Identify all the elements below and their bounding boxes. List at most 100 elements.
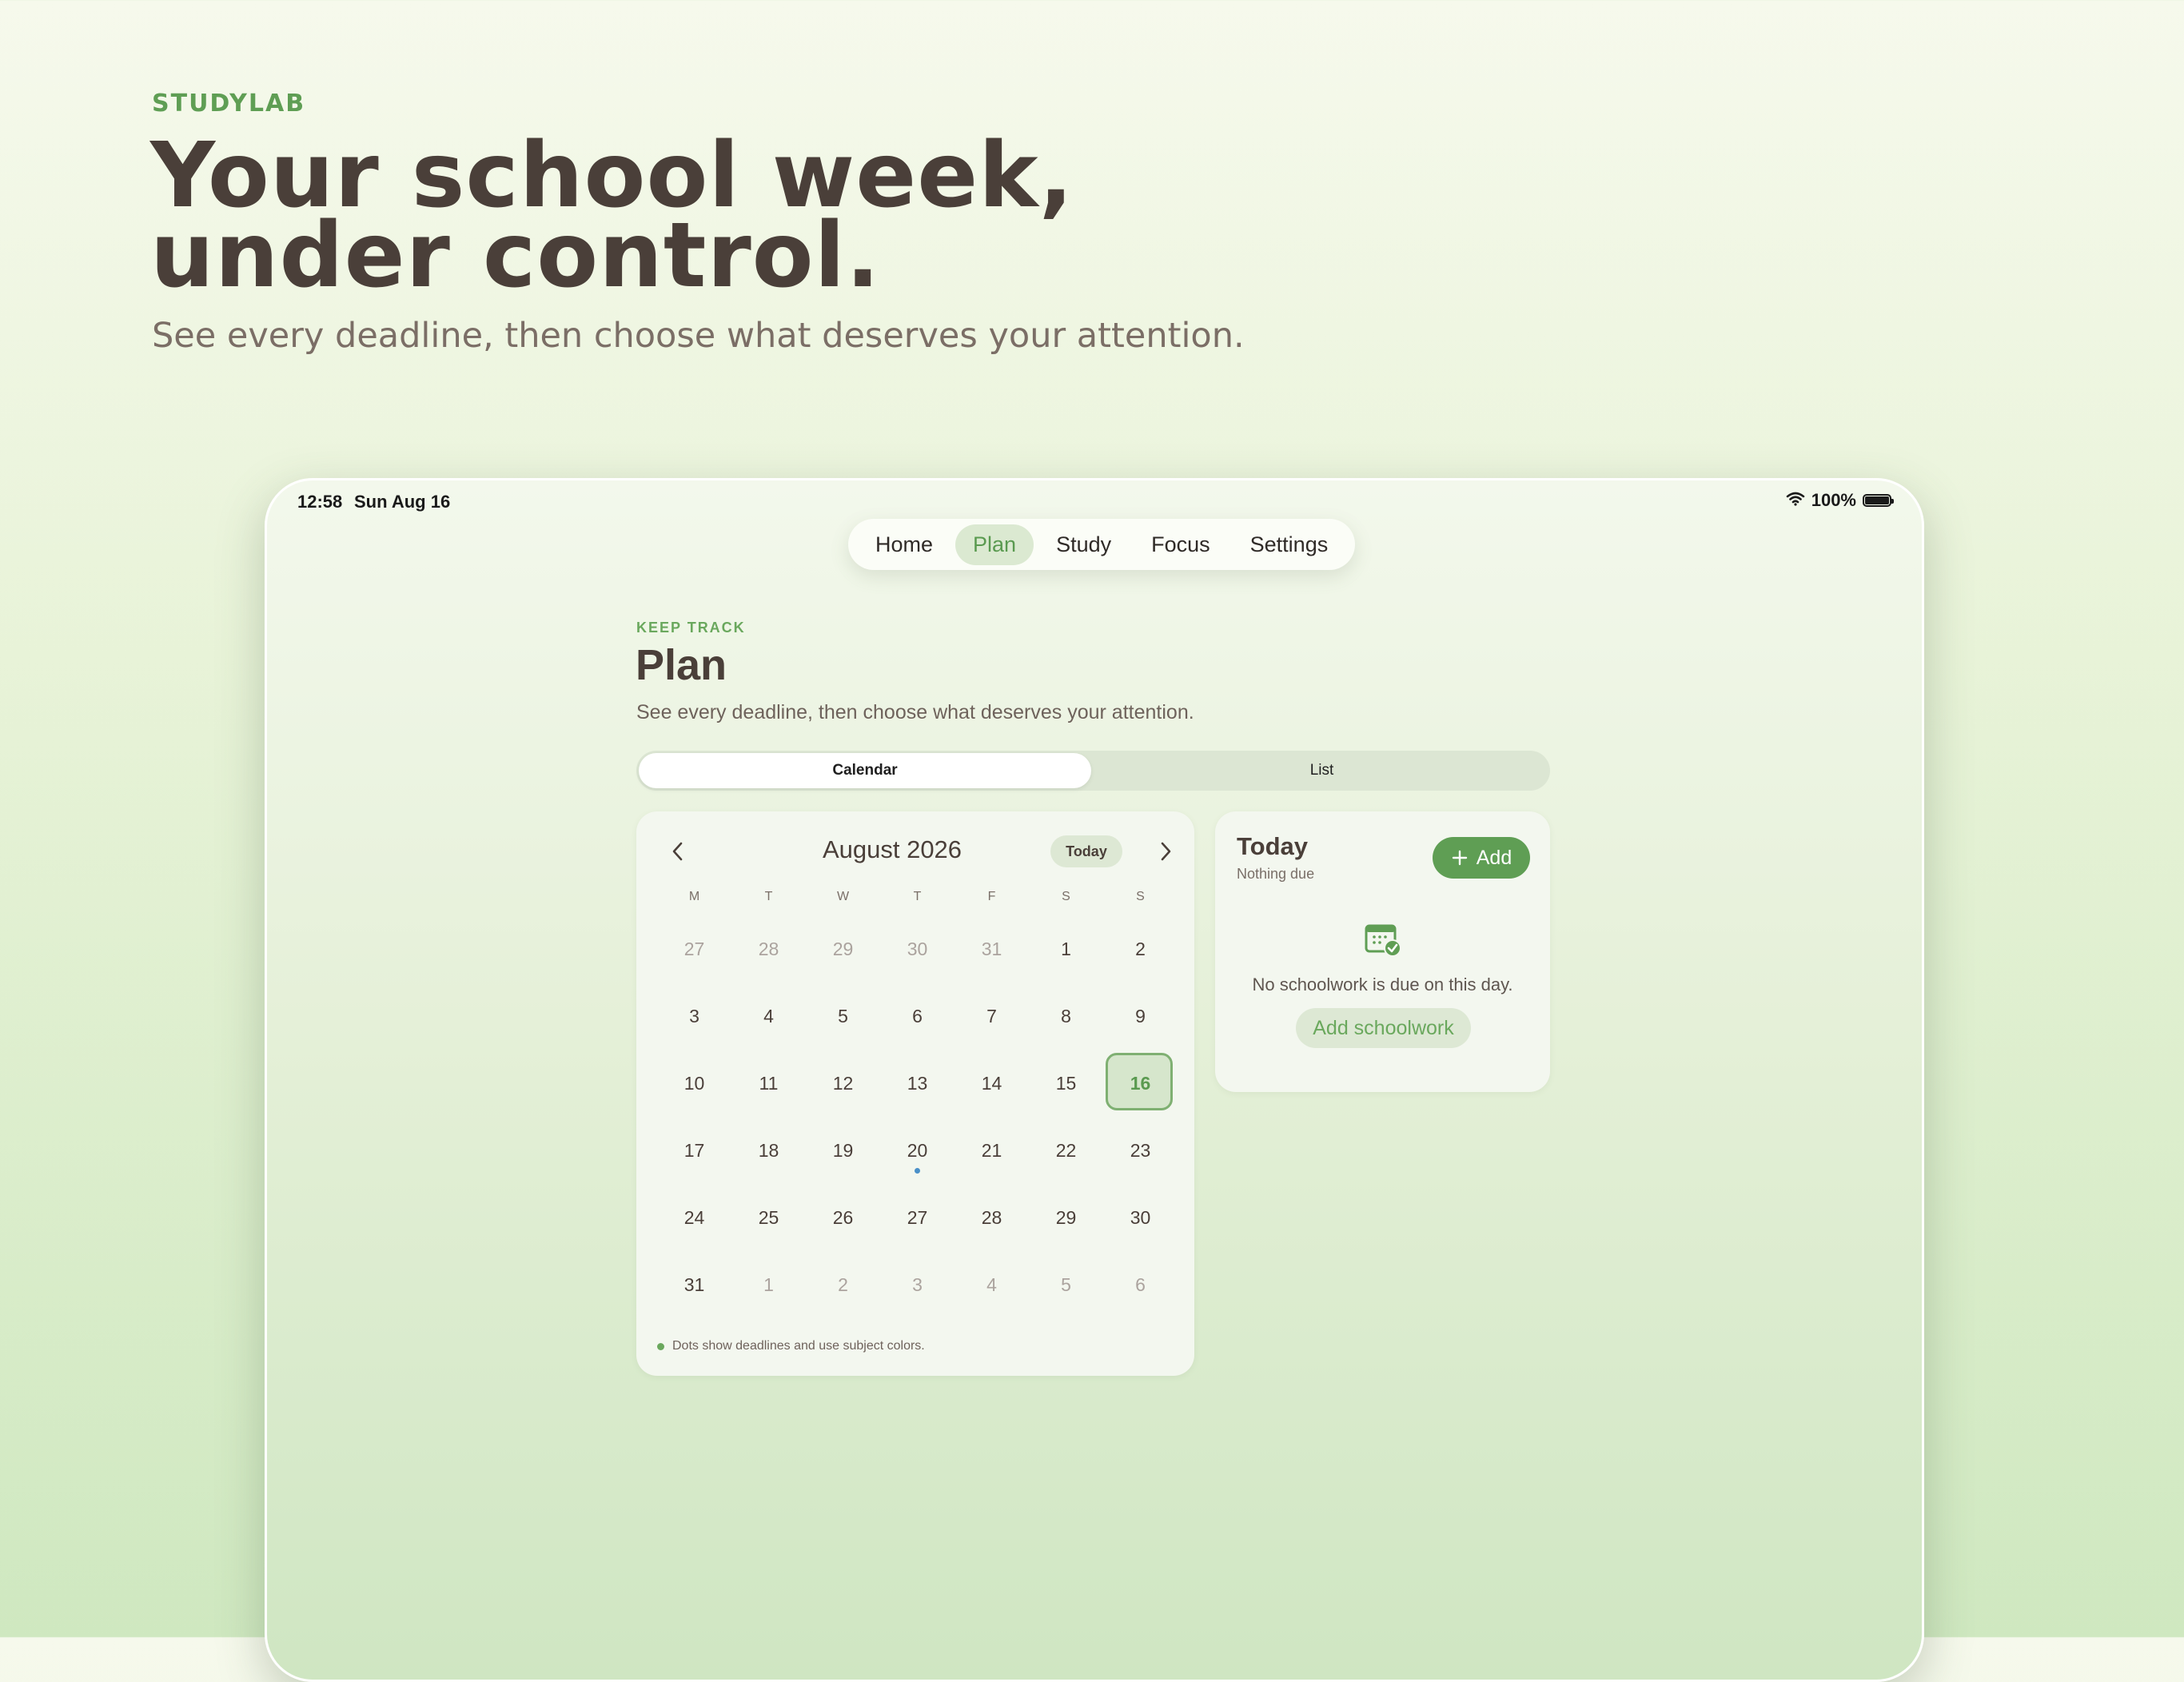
nav-item-plan[interactable]: Plan <box>955 524 1034 565</box>
segment-calendar[interactable]: Calendar <box>639 753 1091 788</box>
calendar-legend: Dots show deadlines and use subject colo… <box>657 1339 925 1353</box>
calendar-day[interactable]: 10 <box>657 1050 731 1117</box>
calendar-day[interactable]: 4 <box>731 982 806 1050</box>
calendar-day[interactable]: 3 <box>880 1251 955 1318</box>
calendar-day[interactable]: 31 <box>657 1251 731 1318</box>
calendar-day[interactable]: 3 <box>657 982 731 1050</box>
deadline-dot <box>915 1168 920 1174</box>
calendar-day[interactable]: 4 <box>955 1251 1029 1318</box>
calendar-month-label: August 2026 <box>822 835 962 863</box>
calendar-day[interactable]: 30 <box>1103 1184 1178 1251</box>
calendar-day-number: 4 <box>763 1005 774 1026</box>
calendar-day[interactable]: 20 <box>880 1117 955 1184</box>
segment-list[interactable]: List <box>1096 753 1548 788</box>
calendar-day[interactable]: 7 <box>955 982 1029 1050</box>
nav-item-study[interactable]: Study <box>1038 524 1129 565</box>
calendar-day[interactable]: 22 <box>1029 1117 1103 1184</box>
weekday-label: F <box>987 890 996 903</box>
weekday-label: S <box>1136 890 1145 903</box>
weekday-label: W <box>836 890 850 903</box>
today-subtitle: Nothing due <box>1237 866 1315 882</box>
calendar-day[interactable]: 27 <box>657 915 731 982</box>
calendar-day-number: 14 <box>981 1072 1002 1094</box>
calendar-day[interactable]: 30 <box>880 915 955 982</box>
calendar-day-number: 8 <box>1061 1005 1071 1026</box>
calendar-day-number: 28 <box>981 1206 1002 1228</box>
legend-dot <box>657 1342 664 1350</box>
battery-level <box>1865 496 1889 504</box>
calendar-check-icon <box>1365 924 1401 957</box>
calendar-day[interactable]: 21 <box>955 1117 1029 1184</box>
calendar-day-number: 6 <box>1135 1273 1146 1295</box>
calendar-day-number: 5 <box>838 1005 848 1026</box>
calendar-day[interactable]: 5 <box>1029 1251 1103 1318</box>
page-subtitle: See every deadline, then choose what des… <box>636 701 1194 723</box>
calendar-day[interactable]: 19 <box>806 1117 880 1184</box>
top-nav: Home Plan Study Focus Settings <box>848 519 1356 570</box>
calendar-day-number: 19 <box>832 1139 854 1161</box>
calendar-day-number: 22 <box>1055 1139 1077 1161</box>
calendar-day-number: 28 <box>758 938 779 959</box>
calendar-day-number: 7 <box>986 1005 997 1026</box>
add-button-label: Add <box>1476 846 1512 869</box>
calendar-day[interactable]: 6 <box>1103 1251 1178 1318</box>
calendar-day-number: 20 <box>907 1139 928 1161</box>
calendar-day[interactable]: 29 <box>1029 1184 1103 1251</box>
weekday-label: S <box>1062 890 1070 903</box>
calendar-day[interactable]: 2 <box>1103 915 1178 982</box>
today-card: Today Nothing due Add No schoolwork is d… <box>1215 811 1550 1092</box>
calendar-day[interactable]: 15 <box>1029 1050 1103 1117</box>
device-frame: 12:58 Sun Aug 16 100% Home Plan Study Focus… <box>265 478 1924 1682</box>
chevron-left-icon <box>672 842 683 861</box>
add-button[interactable]: Add <box>1433 837 1530 879</box>
previous-month-button[interactable] <box>662 835 694 867</box>
calendar-day[interactable]: 9 <box>1103 982 1178 1050</box>
calendar-day[interactable]: 6 <box>880 982 955 1050</box>
calendar-day-number: 1 <box>763 1273 774 1295</box>
calendar-day-number: 4 <box>986 1273 997 1295</box>
nav-item-focus[interactable]: Focus <box>1134 524 1228 565</box>
calendar-day[interactable]: 8 <box>1029 982 1103 1050</box>
calendar-day[interactable]: 11 <box>731 1050 806 1117</box>
add-schoolwork-button[interactable]: Add schoolwork <box>1296 1008 1471 1048</box>
calendar-card: August 2026 Today MTWTFSS 27 28 29 30 31 1 2 3 4… <box>636 811 1194 1376</box>
calendar-day[interactable]: 17 <box>657 1117 731 1184</box>
calendar-day-number: 25 <box>758 1206 779 1228</box>
chevron-right-icon <box>1161 842 1171 861</box>
calendar-day[interactable]: 5 <box>806 982 880 1050</box>
page-title: Plan <box>636 641 727 689</box>
calendar-day-number: 5 <box>1061 1273 1071 1295</box>
calendar-day[interactable]: 24 <box>657 1184 731 1251</box>
calendar-day[interactable]: 23 <box>1103 1117 1178 1184</box>
calendar-day[interactable]: 26 <box>806 1184 880 1251</box>
calendar-day[interactable]: 1 <box>731 1251 806 1318</box>
calendar-day-number: 6 <box>912 1005 923 1026</box>
hero-subtitle: See every deadline, then choose what des… <box>152 316 1245 356</box>
calendar-day[interactable]: 31 <box>955 915 1029 982</box>
calendar-day-number: 27 <box>683 938 705 959</box>
calendar-day[interactable]: 29 <box>806 915 880 982</box>
calendar-day-number: 26 <box>832 1206 854 1228</box>
calendar-day[interactable]: 2 <box>806 1251 880 1318</box>
next-month-button[interactable] <box>1150 835 1182 867</box>
hero-headline-line-2: under control. <box>150 204 881 308</box>
today-button[interactable]: Today <box>1050 835 1122 867</box>
calendar-day[interactable]: 14 <box>955 1050 1029 1117</box>
calendar-day[interactable]: 1 <box>1029 915 1103 982</box>
calendar-day[interactable]: 27 <box>880 1184 955 1251</box>
calendar-day-number: 27 <box>907 1206 928 1228</box>
calendar-day[interactable]: 13 <box>880 1050 955 1117</box>
calendar-day-number: 13 <box>907 1072 928 1094</box>
calendar-day[interactable]: 12 <box>806 1050 880 1117</box>
calendar-day[interactable]: 18 <box>731 1117 806 1184</box>
nav-item-home[interactable]: Home <box>858 524 951 565</box>
calendar-day[interactable]: 28 <box>955 1184 1029 1251</box>
calendar-day-selected[interactable]: 16 <box>1103 1050 1178 1117</box>
calendar-day-number: 17 <box>683 1139 705 1161</box>
calendar-day[interactable]: 25 <box>731 1184 806 1251</box>
calendar-day-number: 30 <box>907 938 928 959</box>
nav-item-settings[interactable]: Settings <box>1233 524 1346 565</box>
status-right: 100% <box>1786 490 1894 511</box>
calendar-day-number: 12 <box>832 1072 854 1094</box>
calendar-day[interactable]: 28 <box>731 915 806 982</box>
